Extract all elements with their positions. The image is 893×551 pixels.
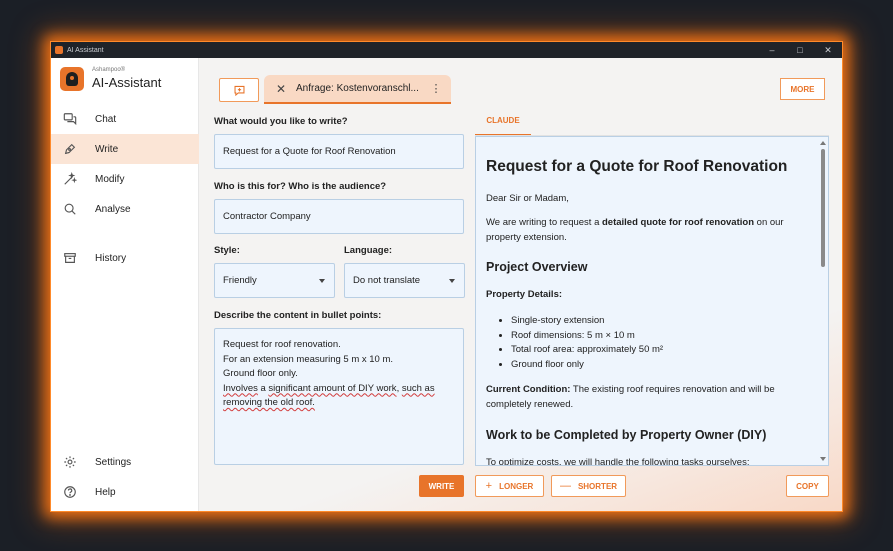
sidebar: Ashampoo® AI-Assistant Chat Write Modify — [51, 58, 199, 511]
output-scrollbar[interactable] — [820, 141, 826, 461]
longer-label: LONGER — [499, 481, 534, 491]
sidebar-item-settings[interactable]: Settings — [51, 447, 199, 477]
brand-name: AI-Assistant — [92, 75, 162, 90]
what-input[interactable]: Request for a Quote for Roof Renovation — [214, 134, 464, 169]
sidebar-item-label: Help — [95, 486, 116, 498]
magic-wand-icon — [62, 171, 78, 187]
sidebar-item-help[interactable]: Help — [51, 477, 199, 507]
sidebar-item-label: Analyse — [95, 203, 131, 215]
scroll-up-icon[interactable] — [820, 141, 826, 145]
help-icon — [62, 484, 78, 500]
scroll-thumb[interactable] — [821, 149, 825, 267]
sidebar-item-label: History — [95, 252, 127, 264]
title-bar: AI Assistant – □ ✕ — [51, 42, 842, 58]
gear-icon — [62, 454, 78, 470]
language-label: Language: — [344, 245, 393, 256]
chat-icon — [62, 111, 78, 127]
list-item: Roof dimensions: 5 m × 10 m — [511, 329, 663, 344]
close-icon[interactable]: ✕ — [274, 82, 288, 96]
brand-logo-icon — [60, 67, 84, 91]
app-icon — [55, 46, 63, 54]
output-panel[interactable]: Request for a Quote for Roof Renovation … — [475, 136, 829, 466]
brand-vendor: Ashampoo® — [92, 67, 126, 73]
close-window-button[interactable]: ✕ — [814, 45, 842, 56]
list-item: Single-story extension — [511, 314, 663, 329]
main-area: ✕ Anfrage: Kostenvoranschl... ⋮ MORE Wha… — [199, 58, 842, 511]
longer-button[interactable]: + LONGER — [475, 475, 544, 497]
content-line: For an extension measuring 5 m x 10 m. — [223, 353, 394, 365]
maximize-button[interactable]: □ — [786, 45, 814, 55]
what-label: What would you like to write? — [214, 116, 348, 127]
chevron-down-icon — [449, 279, 455, 283]
archive-icon — [62, 250, 78, 266]
content-textarea[interactable]: Request for roof renovation. For an exte… — [214, 328, 464, 465]
language-select[interactable]: Do not translate — [344, 263, 465, 298]
copy-button[interactable]: COPY — [786, 475, 829, 497]
search-icon — [62, 201, 78, 217]
output-condition: Current Condition: The existing roof req… — [486, 384, 775, 410]
style-select-value: Friendly — [223, 275, 257, 286]
brand: Ashampoo® AI-Assistant — [60, 67, 161, 91]
output-greeting: Dear Sir or Madam, — [486, 193, 569, 204]
output-title: Request for a Quote for Roof Renovation — [486, 158, 788, 175]
output-heading-work: Work to be Completed by Property Owner (… — [486, 428, 767, 442]
shorter-label: SHORTER — [577, 481, 618, 491]
content-line: Ground floor only. — [223, 368, 298, 379]
sidebar-item-history[interactable]: History — [51, 243, 199, 273]
chevron-down-icon — [319, 279, 325, 283]
sidebar-item-label: Modify — [95, 173, 125, 185]
write-button[interactable]: WRITE — [419, 475, 464, 497]
app-window: AI Assistant – □ ✕ Ashampoo® AI-Assistan… — [50, 41, 843, 512]
sidebar-item-modify[interactable]: Modify — [51, 164, 199, 194]
style-select[interactable]: Friendly — [214, 263, 335, 298]
sidebar-item-chat[interactable]: Chat — [51, 104, 199, 134]
content-line: Involves a significant amount of DIY wor… — [223, 382, 435, 394]
minus-icon: — — [559, 480, 571, 492]
list-item: Total roof area: approximately 50 m² — [511, 343, 663, 358]
plus-icon: + — [485, 480, 493, 492]
output-heading-overview: Project Overview — [486, 260, 588, 274]
audience-label: Who is this for? Who is the audience? — [214, 181, 387, 192]
tab-claude[interactable]: CLAUDE — [475, 114, 531, 136]
list-item: Ground floor only — [511, 358, 663, 373]
minimize-button[interactable]: – — [758, 45, 786, 55]
chat-plus-icon — [234, 85, 244, 96]
sidebar-item-label: Write — [95, 143, 119, 155]
pen-icon — [62, 141, 78, 157]
output-details-label: Property Details: — [486, 289, 563, 300]
style-label: Style: — [214, 245, 240, 256]
language-select-value: Do not translate — [353, 275, 421, 286]
window-title: AI Assistant — [67, 46, 104, 54]
output-intro: We are writing to request a detailed quo… — [486, 217, 784, 243]
shorter-button[interactable]: — SHORTER — [551, 475, 626, 497]
sidebar-item-analyse[interactable]: Analyse — [51, 194, 199, 224]
output-work-intro: To optimize costs, we will handle the fo… — [486, 457, 750, 466]
tab-menu-icon[interactable]: ⋮ — [429, 82, 443, 95]
tab-current-document[interactable]: ✕ Anfrage: Kostenvoranschl... ⋮ — [264, 75, 451, 104]
content-line: removing the old roof. — [223, 397, 315, 408]
sidebar-item-write[interactable]: Write — [51, 134, 199, 164]
tab-label: Anfrage: Kostenvoranschl... — [296, 83, 419, 94]
audience-input[interactable]: Contractor Company — [214, 199, 464, 234]
more-button[interactable]: MORE — [780, 78, 825, 100]
output-details-list: Single-story extension Roof dimensions: … — [511, 314, 663, 373]
content-line: Request for roof renovation. — [223, 339, 341, 350]
content-label: Describe the content in bullet points: — [214, 310, 382, 321]
scroll-down-icon[interactable] — [820, 457, 826, 461]
sidebar-item-label: Settings — [95, 456, 132, 468]
sidebar-item-label: Chat — [95, 113, 117, 125]
new-conversation-button[interactable] — [219, 78, 259, 102]
